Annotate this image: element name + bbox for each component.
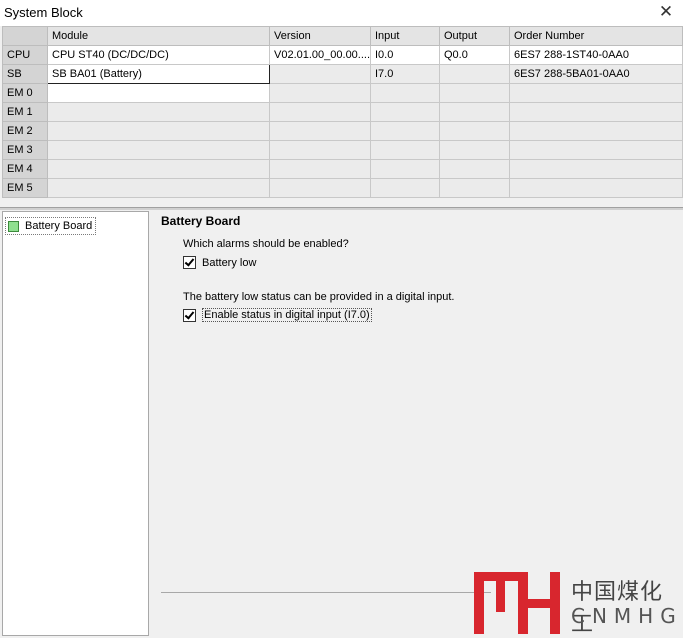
row-header-sb[interactable]: SB — [2, 64, 48, 84]
alarms-question: Which alarms should be enabled? — [183, 238, 349, 250]
cell-module[interactable] — [47, 178, 270, 198]
cell-version[interactable] — [269, 159, 371, 179]
watermark-en-text: CNMHG — [571, 604, 683, 628]
table-row[interactable]: EM 2 — [2, 121, 683, 141]
window-title: System Block — [4, 5, 83, 20]
divider — [161, 592, 491, 593]
cell-input[interactable]: I0.0 — [370, 45, 440, 65]
green-square-icon — [8, 220, 19, 232]
row-header-em5[interactable]: EM 5 — [2, 178, 48, 198]
table-row[interactable]: EM 1 — [2, 102, 683, 122]
cell-input[interactable] — [370, 83, 440, 103]
table-row[interactable]: EM 0 — [2, 83, 683, 103]
status-description: The battery low status can be provided i… — [183, 291, 455, 303]
cell-input[interactable] — [370, 178, 440, 198]
cell-order-number[interactable] — [509, 159, 683, 179]
cell-module[interactable] — [47, 121, 270, 141]
enable-status-option[interactable]: Enable status in digital input (I7.0) — [183, 308, 372, 322]
cell-input[interactable] — [370, 140, 440, 160]
panel-heading: Battery Board — [161, 214, 241, 228]
cell-version[interactable] — [269, 121, 371, 141]
table-row[interactable]: CPU CPU ST40 (DC/DC/DC) V02.01.00_00.00.… — [2, 45, 683, 65]
cell-order-number[interactable] — [509, 121, 683, 141]
navigation-tree: Battery Board — [2, 211, 149, 636]
table-header-row: Module Version Input Output Order Number — [2, 26, 683, 46]
table-row[interactable]: EM 3 — [2, 140, 683, 160]
battery-low-label[interactable]: Battery low — [202, 257, 256, 269]
row-header-em1[interactable]: EM 1 — [2, 102, 48, 122]
cell-version[interactable]: V02.01.00_00.00.... — [269, 45, 371, 65]
column-header-input[interactable]: Input — [370, 26, 440, 46]
cell-input[interactable] — [370, 159, 440, 179]
cell-output[interactable] — [439, 83, 510, 103]
tree-item-label: Battery Board — [25, 220, 93, 232]
cell-output[interactable] — [439, 178, 510, 198]
column-header-output[interactable]: Output — [439, 26, 510, 46]
cell-input[interactable] — [370, 121, 440, 141]
battery-low-checkbox[interactable] — [183, 256, 196, 269]
cell-version[interactable] — [269, 140, 371, 160]
cell-module[interactable] — [47, 102, 270, 122]
cell-order-number[interactable] — [509, 102, 683, 122]
cell-order-number[interactable] — [509, 83, 683, 103]
cell-order-number[interactable]: 6ES7 288-1ST40-0AA0 — [509, 45, 683, 65]
cell-module[interactable]: CPU ST40 (DC/DC/DC) — [47, 45, 270, 65]
row-header-em3[interactable]: EM 3 — [2, 140, 48, 160]
cell-output[interactable] — [439, 140, 510, 160]
column-header-order-number[interactable]: Order Number — [509, 26, 683, 46]
column-header-version[interactable]: Version — [269, 26, 371, 46]
cell-order-number[interactable]: 6ES7 288-5BA01-0AA0 — [509, 64, 683, 84]
cell-module[interactable] — [47, 83, 270, 103]
cell-version[interactable] — [269, 83, 371, 103]
cell-input[interactable] — [370, 102, 440, 122]
battery-low-option[interactable]: Battery low — [183, 256, 256, 269]
enable-status-label[interactable]: Enable status in digital input (I7.0) — [202, 308, 372, 322]
watermark-logo — [474, 572, 560, 634]
table-row[interactable]: EM 5 — [2, 178, 683, 198]
table-row[interactable]: SB SB BA01 (Battery) I7.0 6ES7 288-5BA01… — [2, 64, 683, 84]
cell-output[interactable] — [439, 159, 510, 179]
title-bar: System Block ✕ — [0, 0, 683, 26]
cell-output[interactable] — [439, 64, 510, 84]
table-row[interactable]: EM 4 — [2, 159, 683, 179]
row-header-em2[interactable]: EM 2 — [2, 121, 48, 141]
column-header-module[interactable]: Module — [47, 26, 270, 46]
row-header-em0[interactable]: EM 0 — [2, 83, 48, 103]
cell-output[interactable]: Q0.0 — [439, 45, 510, 65]
watermark: 中国煤化工 CNMHG — [472, 570, 683, 637]
row-header-cpu[interactable]: CPU — [2, 45, 48, 65]
cell-module[interactable] — [47, 140, 270, 160]
cell-module-selected[interactable]: SB BA01 (Battery) — [47, 64, 270, 84]
cell-module[interactable] — [47, 159, 270, 179]
cell-order-number[interactable] — [509, 140, 683, 160]
tree-item-battery-board[interactable]: Battery Board — [5, 217, 97, 235]
module-table: Module Version Input Output Order Number… — [2, 26, 683, 198]
row-header-em4[interactable]: EM 4 — [2, 159, 48, 179]
enable-status-checkbox[interactable] — [183, 308, 196, 322]
cell-order-number[interactable] — [509, 178, 683, 198]
cell-version[interactable] — [269, 64, 371, 84]
cell-version[interactable] — [269, 178, 371, 198]
cell-input[interactable]: I7.0 — [370, 64, 440, 84]
cell-output[interactable] — [439, 121, 510, 141]
corner-header — [2, 26, 48, 46]
cell-output[interactable] — [439, 102, 510, 122]
cell-version[interactable] — [269, 102, 371, 122]
close-icon[interactable]: ✕ — [657, 2, 675, 22]
splitter[interactable] — [0, 207, 683, 210]
